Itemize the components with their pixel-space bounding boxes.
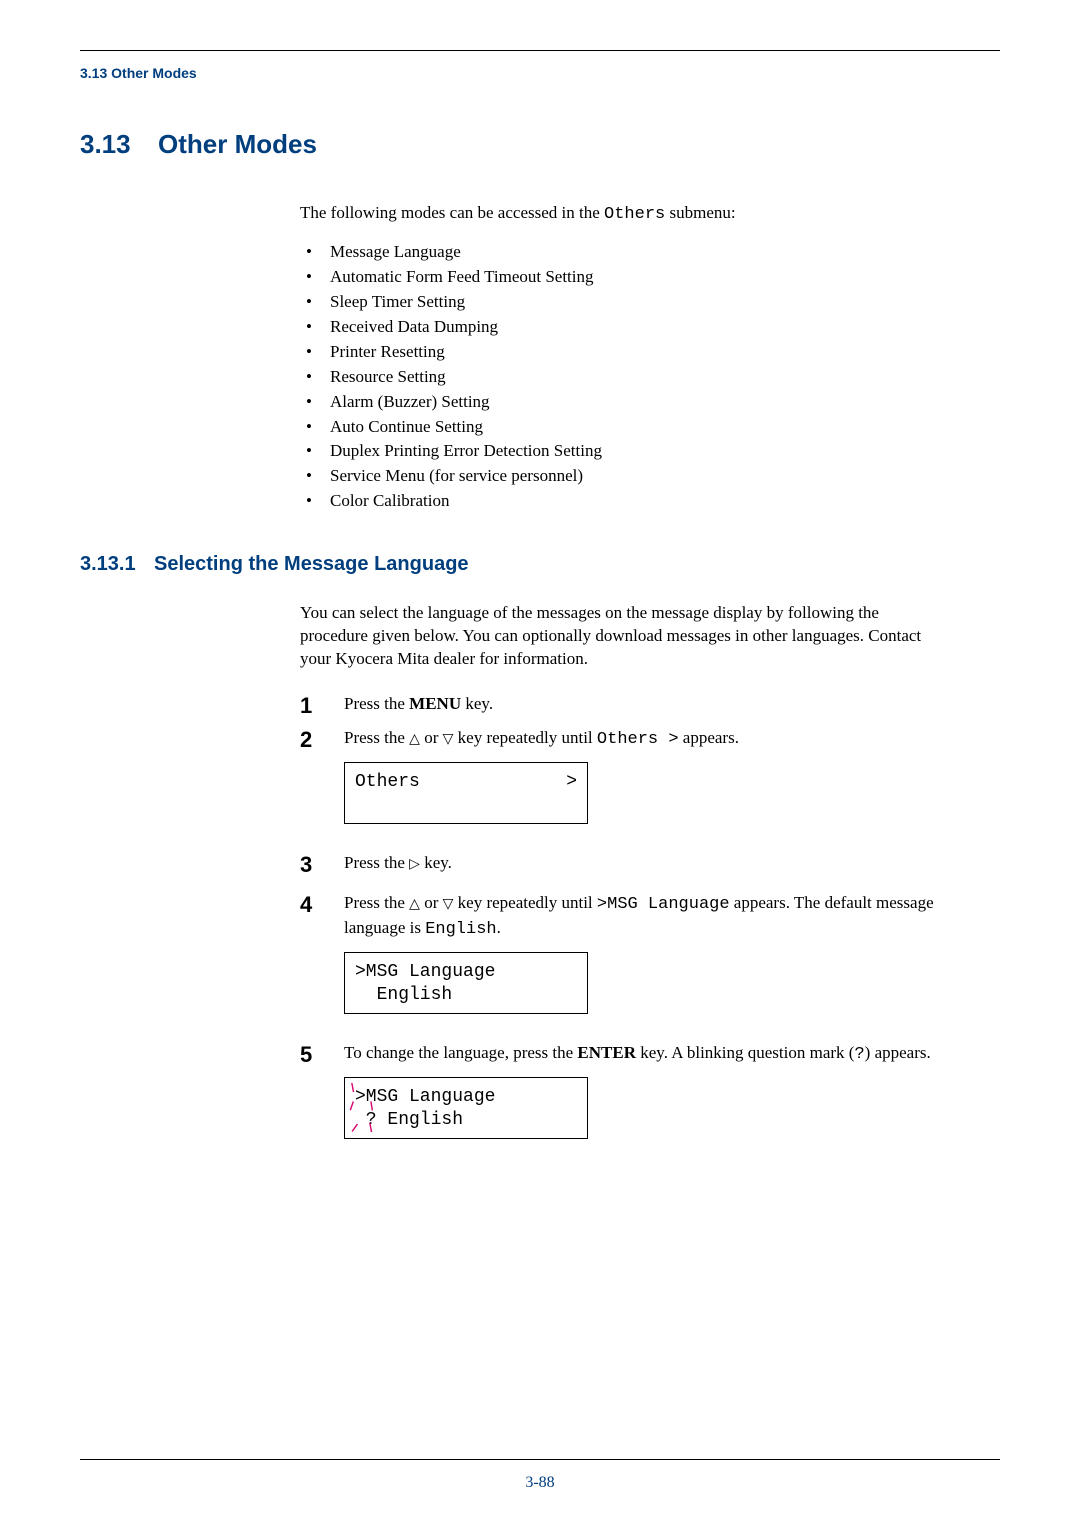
- step-3: 3 Press the ▷ key.: [300, 852, 940, 876]
- triangle-right-icon: ▷: [409, 856, 420, 875]
- list-item: Resource Setting: [300, 366, 940, 389]
- step-text: Press the △ or ▽ key repeatedly until Ot…: [344, 727, 940, 752]
- step-number: 4: [300, 892, 344, 916]
- subsection-intro: You can select the language of the messa…: [300, 602, 940, 671]
- blink-mark-icon: \: [351, 1082, 354, 1094]
- list-item: Printer Resetting: [300, 341, 940, 364]
- step-number: 2: [300, 727, 344, 751]
- triangle-up-icon: △: [409, 896, 420, 915]
- lcd-line-2: English: [355, 984, 577, 1007]
- page-footer: 3-88: [80, 1459, 1000, 1492]
- subsection-number: 3.13.1: [80, 553, 154, 576]
- step-text: Press the MENU key.: [344, 693, 940, 716]
- lcd-arrow: >: [566, 771, 577, 794]
- section-heading: 3.13Other Modes: [80, 129, 1000, 160]
- lcd-line-2: ? English: [355, 1109, 577, 1132]
- lcd-line-1: >MSG Language: [355, 1086, 577, 1109]
- step-2: 2 Press the △ or ▽ key repeatedly until …: [300, 727, 940, 752]
- lcd-line-1: >MSG Language: [355, 961, 577, 984]
- document-page: 3.13 Other Modes 3.13Other Modes The fol…: [0, 0, 1080, 1528]
- section-number: 3.13: [80, 129, 158, 160]
- page-number: 3-88: [80, 1474, 1000, 1492]
- list-item: Duplex Printing Error Detection Setting: [300, 440, 940, 463]
- step-text: To change the language, press the ENTER …: [344, 1042, 940, 1067]
- lcd-display-2: >MSG Language English: [344, 952, 588, 1014]
- list-item: Color Calibration: [300, 490, 940, 513]
- list-item: Message Language: [300, 241, 940, 264]
- lcd-text: Others: [355, 771, 420, 794]
- step-text: Press the ▷ key.: [344, 852, 940, 875]
- lcd-display-3: >MSG Language ? English \ \ / / \: [344, 1077, 588, 1139]
- step-5: 5 To change the language, press the ENTE…: [300, 1042, 940, 1067]
- list-item: Auto Continue Setting: [300, 416, 940, 439]
- running-header: 3.13 Other Modes: [80, 65, 1000, 81]
- list-item: Alarm (Buzzer) Setting: [300, 391, 940, 414]
- bottom-rule: [80, 1459, 1000, 1460]
- triangle-down-icon: ▽: [443, 896, 454, 915]
- list-item: Received Data Dumping: [300, 316, 940, 339]
- mode-list: Message Language Automatic Form Feed Tim…: [300, 241, 940, 513]
- section-title-text: Other Modes: [158, 129, 317, 159]
- subsection-heading: 3.13.1Selecting the Message Language: [80, 553, 1000, 576]
- step-number: 3: [300, 852, 344, 876]
- intro-paragraph: The following modes can be accessed in t…: [300, 202, 940, 227]
- top-rule: [80, 50, 1000, 51]
- triangle-down-icon: ▽: [443, 731, 454, 750]
- lcd-display-1: Others >: [344, 762, 588, 824]
- body-column: The following modes can be accessed in t…: [300, 202, 940, 513]
- step-1: 1 Press the MENU key.: [300, 693, 940, 717]
- list-item: Sleep Timer Setting: [300, 291, 940, 314]
- step-text: Press the △ or ▽ key repeatedly until >M…: [344, 892, 940, 942]
- step-4: 4 Press the △ or ▽ key repeatedly until …: [300, 892, 940, 942]
- list-item: Automatic Form Feed Timeout Setting: [300, 266, 940, 289]
- subsection-title-text: Selecting the Message Language: [154, 553, 469, 575]
- triangle-up-icon: △: [409, 731, 420, 750]
- step-number: 1: [300, 693, 344, 717]
- blink-mark-icon: \: [369, 1122, 372, 1134]
- body-column-2: You can select the language of the messa…: [300, 602, 940, 1139]
- list-item: Service Menu (for service personnel): [300, 465, 940, 488]
- step-number: 5: [300, 1042, 344, 1066]
